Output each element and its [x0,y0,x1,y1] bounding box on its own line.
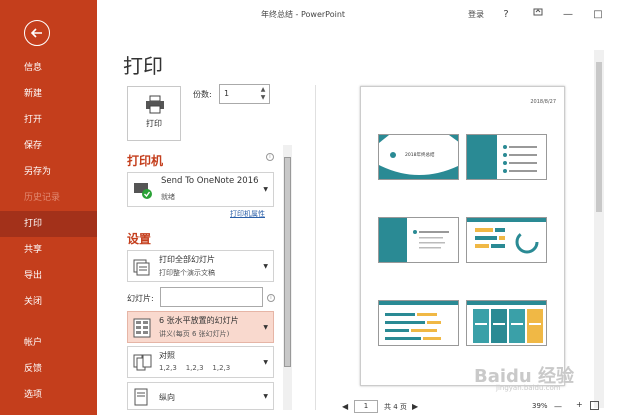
sidebar-item-history[interactable]: 历史记录 [0,185,97,211]
slide-thumbnail-2 [466,134,547,180]
portrait-icon [134,388,148,406]
chevron-down-icon: ▼ [263,186,268,193]
orientation-dropdown[interactable]: 纵向 ▼ [127,382,274,410]
print-range-sub: 打印整个演示文稿 [159,269,215,277]
sidebar-item-export[interactable]: 导出 [0,263,97,289]
copies-value: 1 [224,89,230,98]
collate-dropdown[interactable]: 对照 1,2,3 1,2,3 1,2,3 ▼ [127,346,274,378]
page-number-input[interactable]: 1 [354,400,378,413]
settings-scrollbar[interactable] [283,145,292,410]
layout-sub: 讲义(每页 6 张幻灯片) [159,330,230,338]
chevron-down-icon: ▼ [263,324,268,331]
spin-up-icon[interactable]: ▲ [259,86,267,94]
info-icon[interactable]: i [266,153,274,161]
sidebar-item-options[interactable]: 选项 [0,382,97,408]
slides-input[interactable] [160,287,263,307]
zoom-out-icon[interactable]: — [554,402,562,411]
collate-sub: 1,2,3 1,2,3 1,2,3 [159,364,231,372]
slide-thumbnail-1: 2018年终总结 [378,134,459,180]
slide-thumbnail-6 [466,300,547,346]
scrollbar-thumb[interactable] [284,157,291,367]
scrollbar-thumb[interactable] [596,62,602,212]
print-preview-page: 2018/8/27 2018年终总结 [360,86,565,386]
backstage-sidebar: 信息 新建 打开 保存 另存为 历史记录 打印 共享 导出 关闭 帐户 反馈 选… [0,0,97,415]
printer-status: 就绪 [161,193,175,201]
print-range-dropdown[interactable]: 打印全部幻灯片 打印整个演示文稿 ▼ [127,250,274,282]
sidebar-item-close[interactable]: 关闭 [0,289,97,315]
layout-dropdown[interactable]: 6 张水平放置的幻灯片 讲义(每页 6 张幻灯片) ▼ [127,311,274,343]
window-title: 年终总结 - PowerPoint [261,10,346,19]
ribbon-display-options-icon[interactable] [529,6,547,24]
slides-icon [133,259,150,276]
info-icon[interactable]: i [267,294,275,302]
page-total: 共 4 页 [384,403,407,411]
slide-thumbnail-5 [378,300,459,346]
sidebar-item-info[interactable]: 信息 [0,55,97,81]
print-button-label: 打印 [146,119,162,128]
slide-title: 2018年终总结 [405,153,435,158]
orientation-title: 纵向 [159,393,175,402]
printer-dropdown[interactable]: Send To OneNote 2016 就绪 ▼ [127,172,274,207]
next-page-icon[interactable]: ▶ [412,402,418,411]
collate-icon [133,354,152,371]
collate-title: 对照 [159,351,175,360]
sidebar-item-open[interactable]: 打开 [0,107,97,133]
sidebar-item-save-as[interactable]: 另存为 [0,159,97,185]
printer-properties-link[interactable]: 打印机属性 [230,209,265,219]
chevron-down-icon: ▼ [263,393,268,400]
slides-label: 幻灯片: [127,294,154,303]
back-arrow-icon [30,28,42,38]
preview-date: 2018/8/27 [530,99,556,105]
copies-stepper[interactable]: 1 ▲ ▼ [219,84,270,104]
printer-name: Send To OneNote 2016 [161,176,259,186]
print-button[interactable]: 打印 [127,86,181,141]
title-bar: 年终总结 - PowerPoint 登录 ? — □ ✕ [97,0,620,30]
maximize-button[interactable]: □ [589,6,607,24]
printer-heading: 打印机 [127,154,164,168]
layout-title: 6 张水平放置的幻灯片 [159,316,239,325]
chevron-down-icon: ▼ [263,263,268,270]
prev-page-icon[interactable]: ◀ [342,402,348,411]
sidebar-item-save[interactable]: 保存 [0,133,97,159]
preview-scrollbar[interactable] [594,50,604,408]
divider [315,85,316,410]
slide-thumbnail-3 [378,217,459,263]
preview-navigation: ◀ 1 共 4 页 ▶ 39% — + [340,400,610,415]
settings-heading: 设置 [127,232,152,246]
minimize-button[interactable]: — [559,6,577,24]
sidebar-item-share[interactable]: 共享 [0,237,97,263]
sidebar-item-account[interactable]: 帐户 [0,330,97,356]
printer-icon [146,95,164,114]
chevron-down-icon: ▼ [263,359,268,366]
sidebar-item-print[interactable]: 打印 [0,211,97,237]
help-button[interactable]: ? [497,6,515,24]
sidebar-item-feedback[interactable]: 反馈 [0,356,97,382]
spin-down-icon[interactable]: ▼ [259,94,267,102]
back-button[interactable] [24,20,50,46]
print-range-title: 打印全部幻灯片 [159,255,215,264]
printer-status-icon [134,183,152,199]
login-link[interactable]: 登录 [468,9,484,20]
sidebar-item-new[interactable]: 新建 [0,81,97,107]
baidu-watermark-url: jingyan.baidu.com [496,384,561,392]
handout-layout-icon [133,318,151,338]
copies-label: 份数: [193,90,212,99]
powerpoint-backstage: 信息 新建 打开 保存 另存为 历史记录 打印 共享 导出 关闭 帐户 反馈 选… [0,0,620,415]
zoom-in-icon[interactable]: + [576,400,583,409]
zoom-level[interactable]: 39% [532,402,548,410]
page-title: 打印 [123,54,163,78]
slide-thumbnail-4 [466,217,547,263]
fit-to-window-icon[interactable] [590,401,599,410]
